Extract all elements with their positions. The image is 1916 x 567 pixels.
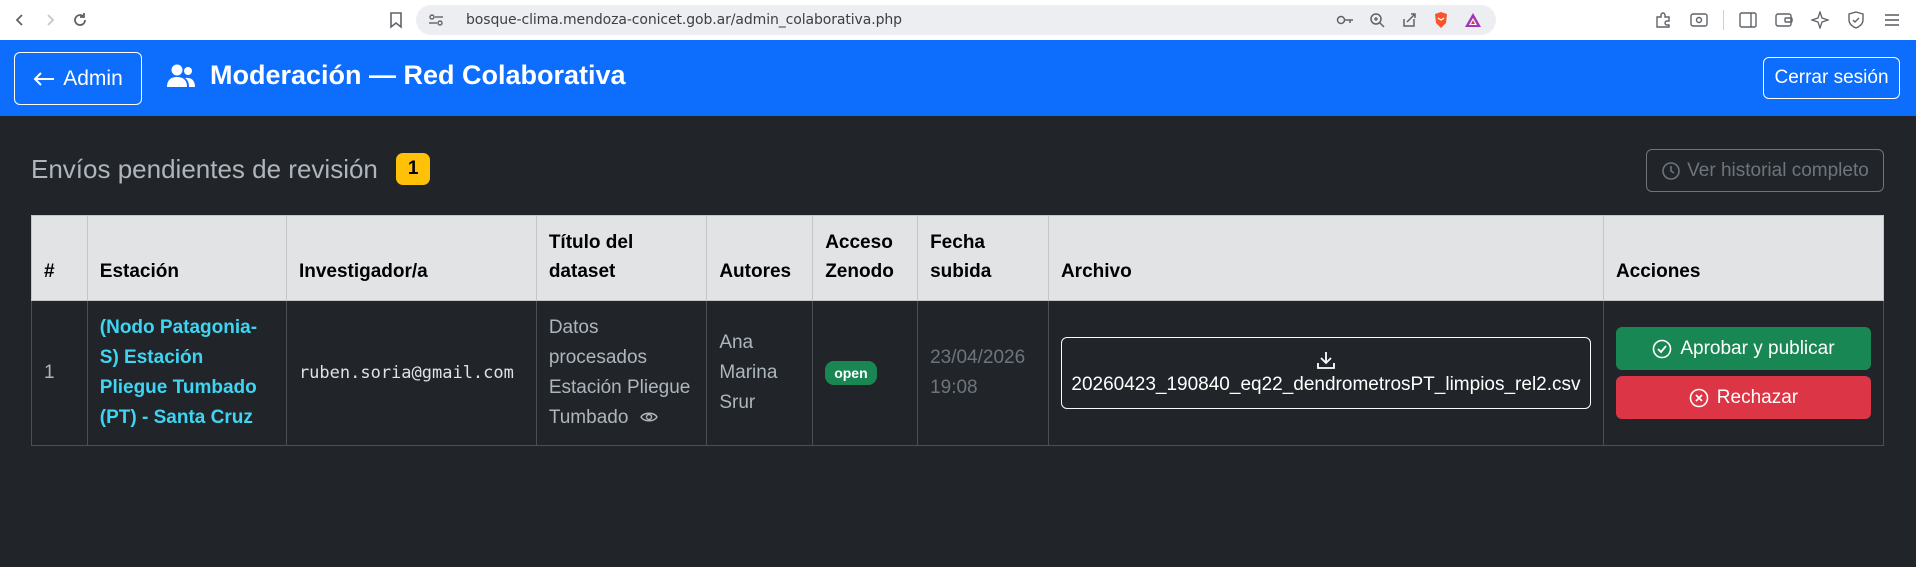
zoom-icon[interactable] [1364, 8, 1390, 32]
brave-shields-icon[interactable] [1428, 8, 1454, 32]
reload-icon[interactable] [66, 6, 94, 34]
action-buttons: Aprobar y publicar Rechazar [1615, 327, 1871, 419]
col-header-dataset-title: Título del dataset [535, 215, 708, 301]
upload-date-cell: 23/04/2026 19:08 [917, 300, 1049, 446]
extensions-icon[interactable] [1649, 6, 1677, 34]
back-nav-icon[interactable] [6, 6, 34, 34]
section-header: Envíos pendientes de revisión 1 [31, 153, 431, 185]
approve-label: Aprobar y publicar [1680, 337, 1835, 359]
researcher-email: ruben.soria@gmail.com [298, 363, 514, 383]
upload-time: 19:08 [930, 377, 978, 398]
download-file-button[interactable]: 20260423_190840_eq22_dendrometrosPT_limp… [1060, 337, 1591, 409]
reject-label: Rechazar [1716, 386, 1799, 408]
vpn-icon[interactable] [1842, 6, 1870, 34]
back-button-label: Admin [63, 66, 123, 90]
station-cell: (Nodo Patagonia-S) Estación Pliegue Tumb… [86, 300, 287, 446]
page-title-text: Moderación — Red Colaborativa [210, 60, 626, 90]
x-circle-icon [1689, 388, 1709, 407]
history-button-label: Ver historial completo [1687, 159, 1869, 181]
page-title: Moderación — Red Colaborativa [166, 60, 626, 91]
access-cell: open [812, 300, 919, 446]
table-header-row: # Estación Investigador/a Título del dat… [31, 215, 1885, 301]
clock-history-icon [1662, 161, 1680, 180]
submissions-table: # Estación Investigador/a Título del dat… [31, 215, 1885, 446]
back-arrow-icon [33, 71, 55, 86]
download-icon [1317, 352, 1335, 369]
file-cell: 20260423_190840_eq22_dendrometrosPT_limp… [1047, 300, 1604, 446]
browser-nav [6, 6, 94, 34]
station-name: (Nodo Patagonia-S) Estación Pliegue Tumb… [99, 317, 258, 428]
table-row: 1 (Nodo Patagonia-S) Estación Pliegue Tu… [31, 300, 1885, 446]
upload-date: 23/04/2026 [930, 347, 1026, 368]
site-settings-icon[interactable] [428, 13, 448, 27]
reject-button[interactable]: Rechazar [1615, 376, 1871, 419]
sidebar-icon[interactable] [1734, 6, 1762, 34]
users-icon [167, 64, 195, 87]
section-title: Envíos pendientes de revisión [31, 153, 378, 184]
toolbar-divider [1723, 10, 1724, 30]
browser-extensions [1649, 6, 1906, 34]
bookmark-icon[interactable] [382, 6, 410, 34]
col-header-zenodo-access: Acceso Zenodo [812, 215, 919, 301]
col-header-file: Archivo [1047, 215, 1604, 301]
col-header-authors: Autores [706, 215, 814, 301]
col-header-number: # [31, 215, 88, 301]
dataset-title: Datos procesados Estación Pliegue Tumbad… [548, 316, 691, 428]
key-icon[interactable] [1332, 8, 1358, 32]
eye-icon[interactable] [639, 403, 658, 433]
col-header-researcher: Investigador/a [285, 215, 537, 301]
col-header-actions: Acciones [1602, 215, 1885, 301]
menu-icon[interactable] [1878, 6, 1906, 34]
back-to-admin-button[interactable]: Admin [14, 52, 142, 105]
col-header-upload-date: Fecha subida [917, 215, 1049, 301]
approve-button[interactable]: Aprobar y publicar [1615, 327, 1871, 370]
authors-cell: Ana Marina Srur [706, 300, 814, 446]
file-name: 20260423_190840_eq22_dendrometrosPT_limp… [1071, 374, 1581, 395]
url-text[interactable]: bosque-clima.mendoza-conicet.gob.ar/admi… [466, 12, 902, 28]
wallet-icon[interactable] [1770, 6, 1798, 34]
history-button[interactable]: Ver historial completo [1646, 149, 1884, 192]
check-circle-icon [1653, 339, 1672, 358]
address-bar[interactable]: bosque-clima.mendoza-conicet.gob.ar/admi… [416, 5, 1496, 35]
row-number: 1 [31, 300, 88, 446]
address-bar-actions [1332, 8, 1486, 32]
dataset-title-cell: Datos procesados Estación Pliegue Tumbad… [535, 300, 708, 446]
access-badge: open [825, 361, 877, 385]
leo-ai-icon[interactable] [1806, 6, 1834, 34]
logout-button[interactable]: Cerrar sesión [1763, 57, 1900, 99]
researcher-cell: ruben.soria@gmail.com [285, 300, 537, 446]
app-header: Admin Moderación — Red Colaborativa Cerr… [0, 40, 1916, 116]
share-icon[interactable] [1396, 8, 1422, 32]
pending-count-badge: 1 [395, 153, 431, 185]
forward-nav-icon[interactable] [36, 6, 64, 34]
browser-toolbar: bosque-clima.mendoza-conicet.gob.ar/admi… [0, 0, 1916, 40]
screenshot-icon[interactable] [1685, 6, 1713, 34]
col-header-station: Estación [86, 215, 287, 301]
brave-rewards-icon[interactable] [1460, 8, 1486, 32]
actions-cell: Aprobar y publicar Rechazar [1602, 300, 1885, 446]
